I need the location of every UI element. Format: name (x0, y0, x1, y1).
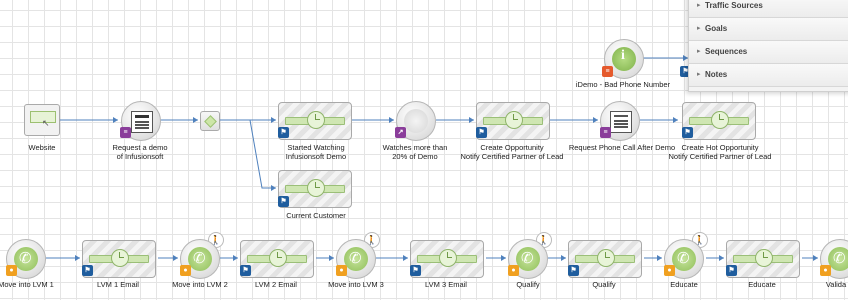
person-icon: ● (180, 265, 191, 276)
form-badge-icon: ≡ (600, 127, 611, 138)
side-panel: ▸ Traffic Sources ▸ Goals ▸ Sequences ▸ Note… (688, 0, 848, 92)
clock-icon (439, 249, 457, 267)
create-opportunity-sequence[interactable] (476, 102, 550, 140)
row2-label: Move into LVM 1 (0, 280, 54, 289)
clock-icon (711, 111, 729, 129)
row2-label: Educate (670, 280, 698, 289)
clock-icon (307, 111, 325, 129)
row2-label: Qualify (592, 280, 616, 289)
campaign-canvas[interactable]: i ≡ iDemo - Bad Phone Number ⚑ ↖ Website… (0, 0, 848, 300)
current-customer-sequence[interactable] (278, 170, 352, 208)
form-icon (610, 111, 632, 133)
clock-icon (755, 249, 773, 267)
watches-more-label: Watches more than 20% of Demo (382, 143, 448, 161)
create-hot-opportunity-label: Create Hot Opportunity Notify Certified P… (668, 143, 772, 161)
flag-icon: ⚑ (82, 265, 93, 276)
row2-label: LVM 2 Email (255, 280, 297, 289)
row2-label: Qualify (516, 280, 540, 289)
row2-label: Move into LVM 2 (172, 280, 228, 289)
flag-icon: ⚑ (568, 265, 579, 276)
email-sequence-node[interactable] (726, 240, 800, 278)
current-customer-label: Current Customer (286, 211, 346, 220)
row2-label: Educate (748, 280, 776, 289)
request-phone-call-label: Request Phone Call After Demo (568, 143, 676, 152)
person-icon: ● (820, 265, 831, 276)
panel-item-sequences[interactable]: ▸ Sequences (689, 41, 848, 64)
person-icon: ● (508, 265, 519, 276)
flag-icon: ⚑ (410, 265, 421, 276)
flag-icon: ⚑ (240, 265, 251, 276)
link-badge-icon: ↗ (395, 127, 406, 138)
idemo-bad-phone-label: iDemo - Bad Phone Number (575, 80, 671, 89)
flag-icon: ⚑ (278, 127, 289, 138)
person-icon: ● (664, 265, 675, 276)
split-node[interactable] (200, 111, 220, 131)
clock-icon (307, 179, 325, 197)
website-node[interactable]: ↖ (24, 104, 60, 136)
row2-label: LVM 1 Email (97, 280, 139, 289)
request-demo-label: Request a demo of Infusionsoft (112, 143, 168, 161)
email-sequence-node[interactable] (568, 240, 642, 278)
clock-icon (505, 111, 523, 129)
form-icon (131, 111, 153, 133)
person-icon: ● (6, 265, 17, 276)
walking-person-icon (404, 109, 428, 133)
started-watching-sequence[interactable] (278, 102, 352, 140)
contact-card-icon: ≡ (602, 66, 613, 77)
create-opportunity-label: Create Opportunity Notify Certified Partn… (460, 143, 564, 161)
flag-icon: ⚑ (476, 127, 487, 138)
started-watching-label: Started Watching Infusionsoft Demo (285, 143, 347, 161)
row2-label: Valida (825, 280, 847, 289)
clock-icon (111, 249, 129, 267)
clock-icon (597, 249, 615, 267)
website-label: Website (28, 143, 56, 152)
create-hot-opportunity-sequence[interactable] (682, 102, 756, 140)
flag-icon: ⚑ (278, 196, 289, 207)
email-sequence-node[interactable] (240, 240, 314, 278)
flag-icon: ⚑ (726, 265, 737, 276)
person-icon: ● (336, 265, 347, 276)
panel-item-goals[interactable]: ▸ Goals (689, 18, 848, 41)
email-sequence-node[interactable] (410, 240, 484, 278)
row2-label: LVM 3 Email (425, 280, 467, 289)
flag-icon: ⚑ (682, 127, 693, 138)
email-sequence-node[interactable] (82, 240, 156, 278)
row2-label: Move into LVM 3 (328, 280, 384, 289)
form-badge-icon: ≡ (120, 127, 131, 138)
panel-item-notes[interactable]: ▸ Notes (689, 64, 848, 87)
clock-icon (269, 249, 287, 267)
panel-item-traffic-sources[interactable]: ▸ Traffic Sources (689, 0, 848, 18)
